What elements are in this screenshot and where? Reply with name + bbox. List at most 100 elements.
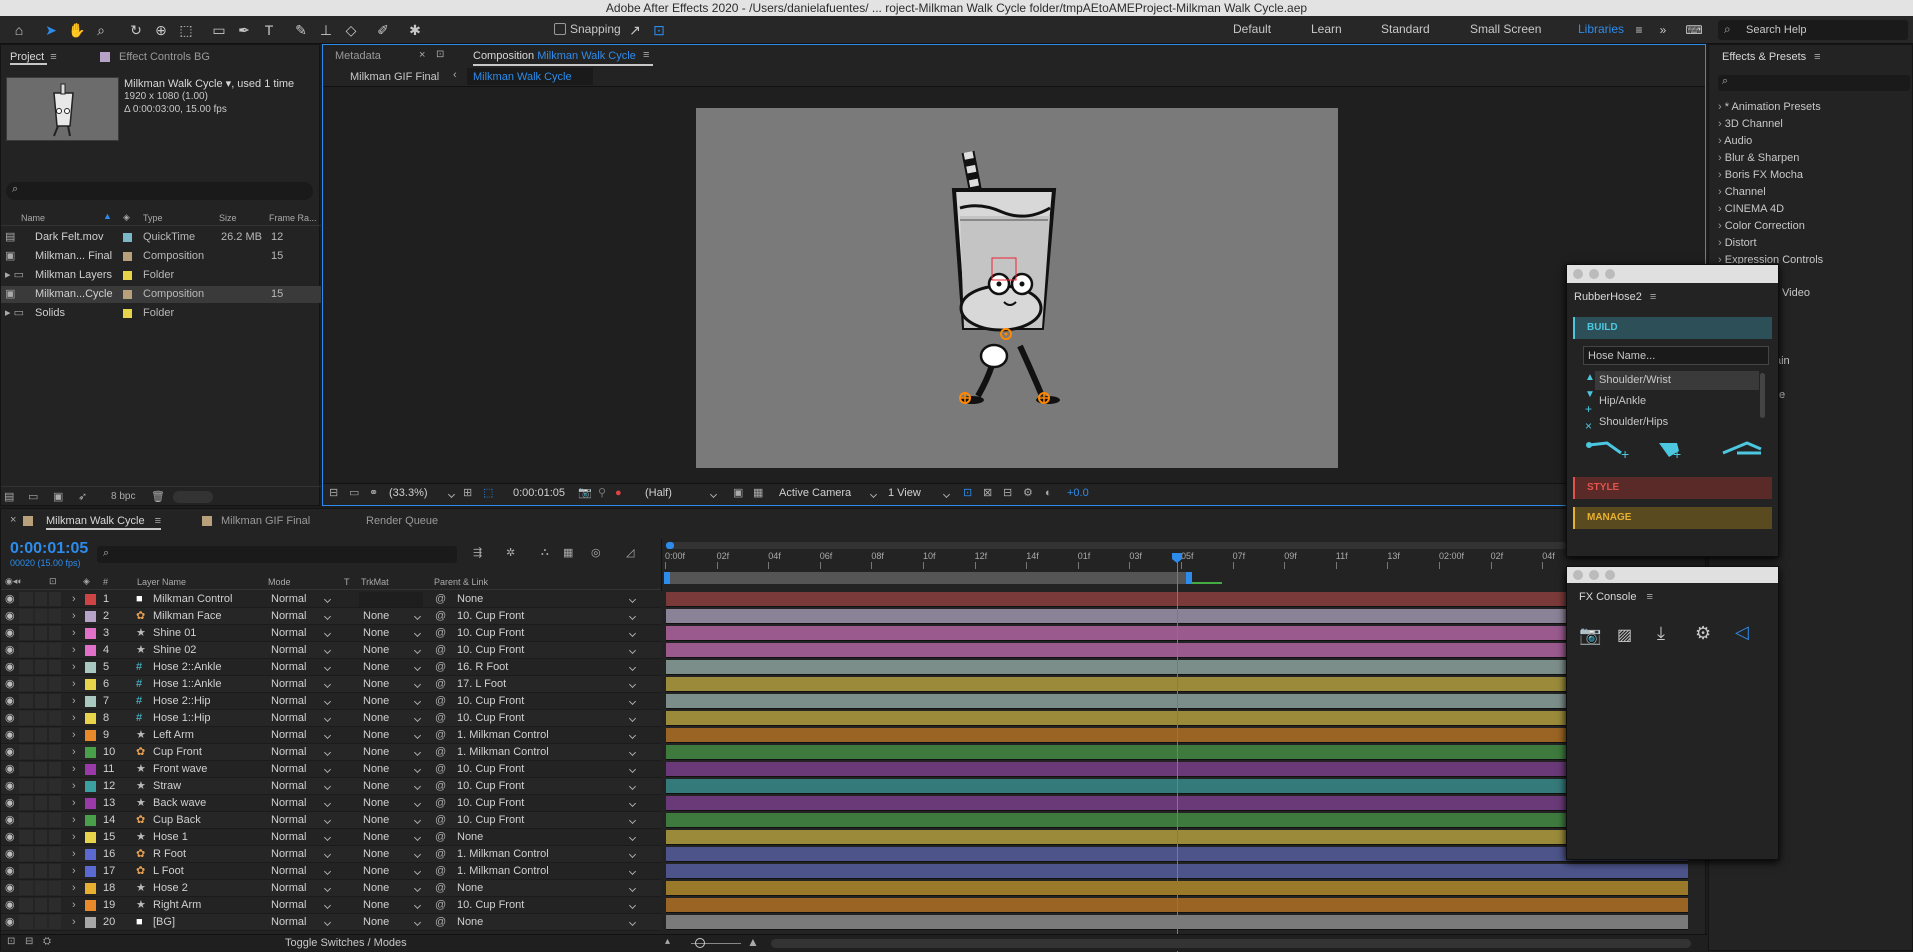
eye-icon[interactable]: ◉: [5, 778, 15, 795]
layer-row[interactable]: ◉ › 20 ■ [BG] Normal None @ None: [1, 914, 661, 931]
close-window-icon[interactable]: [1573, 269, 1583, 279]
lock-toggle[interactable]: [49, 626, 61, 640]
layer-name[interactable]: Back wave: [153, 795, 206, 812]
label-swatch[interactable]: [123, 252, 132, 261]
channel-icon[interactable]: ●: [615, 486, 622, 501]
effects-category[interactable]: › 3D Channel: [1718, 118, 1783, 130]
layer-name[interactable]: Left Arm: [153, 727, 194, 744]
label-swatch[interactable]: [85, 713, 96, 724]
layer-row[interactable]: ◉ › 5 # Hose 2::Ankle Normal None @16. R Foot: [1, 659, 661, 676]
lock-toggle[interactable]: [49, 881, 61, 895]
workspace-small-screen[interactable]: Small Screen: [1470, 22, 1541, 36]
layer-row[interactable]: ◉ › 2 ✿ Milkman Face Normal None @10. Cup Front: [1, 608, 661, 625]
fx-console-logo-icon[interactable]: ◁: [1735, 622, 1749, 643]
comp-canvas[interactable]: [696, 108, 1338, 468]
add-preset-icon[interactable]: +: [1585, 402, 1592, 416]
roto-brush-icon[interactable]: ✐: [372, 19, 394, 41]
shy-layers-icon[interactable]: ⛬: [541, 546, 549, 559]
expand-arrow-icon[interactable]: ›: [72, 846, 76, 863]
time-ruler[interactable]: 0:00f 02f 04f 06f 08f 10f 12f 14f 01f 03f 05f 07f 09…: [662, 551, 1707, 569]
layer-name[interactable]: [BG]: [153, 914, 175, 931]
puppet-tool-icon[interactable]: ✱: [404, 19, 426, 41]
timeline-link-icon[interactable]: ⊟: [1003, 486, 1012, 501]
layer-row[interactable]: ◉ › 1 ■ Milkman Control Normal @ None: [1, 591, 661, 608]
label-swatch[interactable]: [123, 309, 132, 318]
layer-duration-bar[interactable]: [666, 830, 1566, 845]
minimize-window-icon[interactable]: [1589, 269, 1599, 279]
tab-walk-cycle[interactable]: Milkman Walk Cycle: [46, 515, 145, 527]
tab-render-queue[interactable]: Render Queue: [366, 510, 438, 532]
lock-icon[interactable]: ⊡: [436, 49, 444, 60]
label-swatch[interactable]: [85, 781, 96, 792]
exposure-icon[interactable]: ◐: [1045, 486, 1052, 501]
audio-toggle[interactable]: [19, 745, 33, 759]
layer-name[interactable]: Milkman Face: [153, 608, 221, 625]
layer-row[interactable]: ◉ › 9 ★ Left Arm Normal None @1. Milkman Contro…: [1, 727, 661, 744]
timeline-timecode[interactable]: 0:00:01:05: [10, 540, 88, 558]
show-snapshot-icon[interactable]: ⚲: [598, 486, 606, 501]
expand-arrow-icon[interactable]: ›: [72, 761, 76, 778]
column-frame-rate[interactable]: Frame Ra...: [269, 213, 317, 223]
lock-toggle[interactable]: [49, 592, 61, 606]
new-folder-icon[interactable]: ▭: [28, 490, 38, 503]
lock-toggle[interactable]: [49, 677, 61, 691]
transparency-grid-icon[interactable]: ▦: [753, 486, 763, 501]
layer-row[interactable]: ◉ › 8 # Hose 1::Hip Normal None @10. Cup Front: [1, 710, 661, 727]
expand-arrow-icon[interactable]: ›: [72, 778, 76, 795]
column-size[interactable]: Size: [219, 213, 237, 223]
pickwhip-icon[interactable]: @: [435, 608, 446, 625]
layer-name[interactable]: Front wave: [153, 761, 207, 778]
motion-blur-icon[interactable]: ◎: [591, 546, 601, 559]
layer-row[interactable]: ◉ › 18 ★ Hose 2 Normal None @ None: [1, 880, 661, 897]
style-button[interactable]: STYLE: [1573, 477, 1772, 499]
work-area-in-handle[interactable]: [664, 572, 670, 584]
layer-row[interactable]: ◉ › 17 ✿ L Foot Normal None @1. Milkman Control: [1, 863, 661, 880]
trash-icon[interactable]: 🗑: [151, 490, 165, 503]
rectangle-tool-icon[interactable]: ▭: [208, 19, 230, 41]
solo-toggle[interactable]: [35, 728, 47, 742]
search-help-box[interactable]: ⌕ Search Help: [1718, 20, 1908, 40]
snap-option-icon[interactable]: ↗: [624, 19, 646, 41]
toggle-switches-modes[interactable]: Toggle Switches / Modes: [285, 937, 407, 949]
solo-toggle[interactable]: [35, 711, 47, 725]
layer-duration-bar[interactable]: [666, 728, 1566, 743]
layer-duration-bar[interactable]: [666, 643, 1566, 658]
build-foot-icon[interactable]: [1717, 437, 1767, 461]
expand-arrow-icon[interactable]: ›: [72, 795, 76, 812]
solo-toggle[interactable]: [35, 830, 47, 844]
layer-switches-icon[interactable]: ⊡: [7, 936, 15, 947]
layer-row[interactable]: ◉ › 14 ✿ Cup Back Normal None @10. Cup Front: [1, 812, 661, 829]
hose-name-input[interactable]: Hose Name...: [1583, 346, 1769, 365]
rubberhose-menu-icon[interactable]: ≡: [1650, 291, 1656, 303]
pickwhip-icon[interactable]: @: [435, 625, 446, 642]
tab-composition-name[interactable]: Milkman Walk Cycle: [537, 50, 636, 62]
eye-icon[interactable]: ◉: [5, 710, 15, 727]
transfer-controls-icon[interactable]: ⊟: [25, 936, 33, 947]
solo-toggle[interactable]: [35, 745, 47, 759]
label-swatch[interactable]: [123, 271, 132, 280]
layer-duration-bar[interactable]: [666, 745, 1566, 760]
eye-icon[interactable]: ◉: [5, 914, 15, 931]
lock-toggle[interactable]: [49, 864, 61, 878]
expand-arrow-icon[interactable]: ›: [72, 693, 76, 710]
eye-icon[interactable]: ◉: [5, 761, 15, 778]
layer-row[interactable]: ◉ › 15 ★ Hose 1 Normal None @ None: [1, 829, 661, 846]
pan-behind-tool-icon[interactable]: ⬚: [175, 19, 197, 41]
label-swatch[interactable]: [123, 233, 132, 242]
project-item[interactable]: ▸ ▭ Solids Folder: [1, 305, 321, 322]
label-swatch[interactable]: [85, 900, 96, 911]
pickwhip-icon[interactable]: @: [435, 591, 446, 608]
label-swatch[interactable]: [85, 849, 96, 860]
eye-icon[interactable]: ◉: [5, 591, 15, 608]
label-tag-icon[interactable]: ◈: [123, 212, 130, 223]
remove-preset-icon[interactable]: ×: [1585, 419, 1592, 433]
type-tool-icon[interactable]: T: [258, 19, 280, 41]
label-swatch[interactable]: [85, 696, 96, 707]
audio-toggle[interactable]: [19, 796, 33, 810]
close-window-icon[interactable]: [1573, 570, 1583, 580]
solo-toggle[interactable]: [35, 762, 47, 776]
audio-toggle[interactable]: [19, 728, 33, 742]
audio-toggle[interactable]: [19, 711, 33, 725]
eye-icon[interactable]: ◉: [5, 659, 15, 676]
expand-arrow-icon[interactable]: ›: [72, 812, 76, 829]
